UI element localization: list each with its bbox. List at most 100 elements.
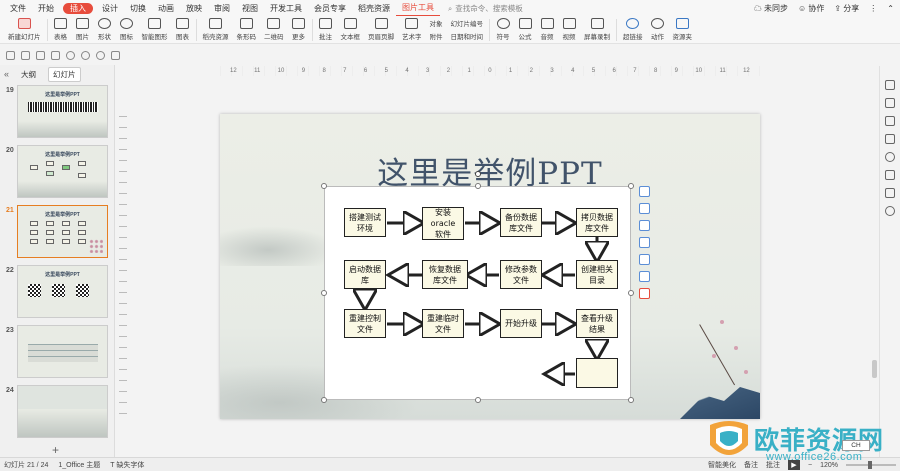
slide-thumbnail[interactable]: 20 这里是举例PPT [0, 145, 115, 201]
collab-button[interactable]: ☺ 协作 [798, 0, 824, 17]
qr-graphic [52, 284, 65, 297]
print-icon[interactable] [36, 50, 45, 60]
edit-icon[interactable] [639, 203, 650, 214]
dropdown-icon[interactable] [111, 50, 120, 60]
menu-transition[interactable]: 切换 [124, 0, 152, 17]
rotate-handle[interactable] [475, 171, 481, 177]
attachment-button[interactable]: 附件 [430, 31, 443, 41]
more-button[interactable]: 更多 [288, 17, 310, 41]
more-options-icon[interactable] [639, 288, 650, 299]
action-button[interactable]: 动作 [647, 17, 669, 41]
menu-member[interactable]: 会员专享 [308, 0, 352, 17]
resize-handle[interactable] [321, 397, 327, 403]
slide-thumbnail[interactable]: 19 这里是举例PPT [0, 85, 115, 141]
header-footer-button[interactable]: 页眉页脚 [364, 17, 398, 41]
menu-insert[interactable]: 插入 [63, 3, 93, 14]
menu-file[interactable]: 文件 [4, 0, 32, 17]
slide-thumbnail-current[interactable]: 21 这里是举例PPT [0, 205, 115, 261]
print-preview-icon[interactable] [51, 50, 60, 60]
share-panel-icon[interactable] [885, 188, 895, 198]
symbol-button[interactable]: 符号 [492, 17, 514, 41]
new-slide-button[interactable]: 新建幻灯片 [4, 17, 45, 41]
formula-button[interactable]: 公式 [514, 17, 536, 41]
vertical-scrollbar[interactable] [872, 360, 877, 378]
play-icon[interactable] [96, 50, 105, 60]
layers-icon[interactable] [639, 220, 650, 231]
docer-button[interactable]: 稻壳资源 [199, 17, 233, 41]
slide-canvas[interactable]: 这里是举例PPT 搭建测试 环境 安装 oracle 软件 备份数据 库文件 拷… [220, 114, 760, 419]
location-icon[interactable] [885, 206, 895, 216]
missing-font-button[interactable]: T 缺失字体 [110, 460, 144, 470]
picture-frame-icon[interactable] [639, 271, 650, 282]
comment-button[interactable]: 批注 [315, 17, 337, 41]
resize-handle[interactable] [475, 183, 481, 189]
menu-review[interactable]: 审阅 [208, 0, 236, 17]
screen-record-button[interactable]: 屏幕录制 [580, 17, 614, 41]
tab-outline[interactable]: 大纲 [17, 68, 40, 81]
open-icon[interactable] [21, 50, 30, 60]
resize-handle[interactable] [628, 290, 634, 296]
smartart-button[interactable]: 智能图形 [138, 17, 172, 41]
sync-button[interactable]: ☁ 未同步 [754, 0, 788, 17]
date-time-button[interactable]: 日期和时间 [451, 31, 484, 41]
transform-icon[interactable] [885, 170, 895, 180]
audio-button[interactable]: 音频 [536, 17, 558, 41]
slide-thumbnail[interactable]: 24 [0, 385, 115, 441]
resize-handle[interactable] [628, 183, 634, 189]
menu-developer[interactable]: 开发工具 [264, 0, 308, 17]
resource-folder-button[interactable]: 资源夹 [669, 17, 697, 41]
resize-handle[interactable] [628, 397, 634, 403]
textbox-button[interactable]: 文本框 [337, 17, 365, 41]
resize-handle[interactable] [321, 183, 327, 189]
menu-slideshow[interactable]: 放映 [180, 0, 208, 17]
resize-handle[interactable] [321, 290, 327, 296]
menu-view[interactable]: 视图 [236, 0, 264, 17]
video-button[interactable]: 视频 [558, 17, 580, 41]
resize-handle[interactable] [475, 397, 481, 403]
flowchart-image[interactable]: 搭建测试 环境 安装 oracle 软件 备份数据 库文件 拷贝数据 库文件 启… [324, 186, 631, 400]
wordart-label: 艺术字 [402, 34, 422, 41]
animation-icon[interactable] [885, 134, 895, 144]
help-icon[interactable] [885, 152, 895, 162]
properties-icon[interactable] [885, 80, 895, 90]
table-button[interactable]: 表格 [50, 17, 72, 41]
minus-icon[interactable] [639, 186, 650, 197]
crop-icon[interactable] [639, 254, 650, 265]
slide-thumbnail[interactable]: 22 这里是举例PPT [0, 265, 115, 321]
flow-node: 开始升级 [500, 309, 542, 338]
qrcode-button[interactable]: 二维码 [260, 17, 288, 41]
wordart-button[interactable]: 艺术字 [398, 17, 426, 41]
undo-icon[interactable] [66, 50, 75, 60]
object-button[interactable]: 对象 [430, 18, 443, 28]
collapse-panel-icon[interactable]: « [4, 69, 9, 79]
share-button[interactable]: ⇪ 分享 [834, 0, 859, 17]
save-icon[interactable] [6, 50, 15, 60]
chart-button[interactable]: 图表 [172, 17, 194, 41]
command-search[interactable]: ⌕ 查找命令、搜索模板 [448, 3, 523, 14]
ruler-tick-label: 4 [571, 68, 575, 74]
more-icon[interactable]: ⋮ [869, 0, 877, 17]
ruler-tick-label: 4 [405, 68, 409, 74]
picture-button[interactable]: 图片 [72, 17, 94, 41]
menu-picture-tools[interactable]: 图片工具 [396, 1, 440, 16]
flow-node: 搭建测试 环境 [344, 208, 386, 237]
menu-design[interactable]: 设计 [96, 0, 124, 17]
ime-indicator[interactable]: CH [842, 440, 870, 451]
slide-thumbnail[interactable]: 23 [0, 325, 115, 381]
icon-button[interactable]: 图标 [116, 17, 138, 41]
barcode-button[interactable]: 条形码 [233, 17, 261, 41]
zoom-icon[interactable] [639, 237, 650, 248]
collapse-ribbon-icon[interactable]: ⌃ [887, 0, 894, 17]
shape-button[interactable]: 形状 [94, 17, 116, 41]
hyperlink-button[interactable]: 超链接 [619, 17, 647, 41]
slide-number-button[interactable]: 幻灯片编号 [451, 18, 484, 28]
style-icon[interactable] [885, 116, 895, 126]
format-icon[interactable] [885, 98, 895, 108]
ribbon-divider [489, 19, 490, 41]
menu-home[interactable]: 开始 [32, 0, 60, 17]
menu-animation[interactable]: 动画 [152, 0, 180, 17]
tab-slides[interactable]: 幻灯片 [48, 66, 81, 82]
redo-icon[interactable] [81, 50, 90, 60]
add-slide-button[interactable]: + [52, 443, 59, 457]
menu-docer[interactable]: 稻壳资源 [352, 0, 396, 17]
